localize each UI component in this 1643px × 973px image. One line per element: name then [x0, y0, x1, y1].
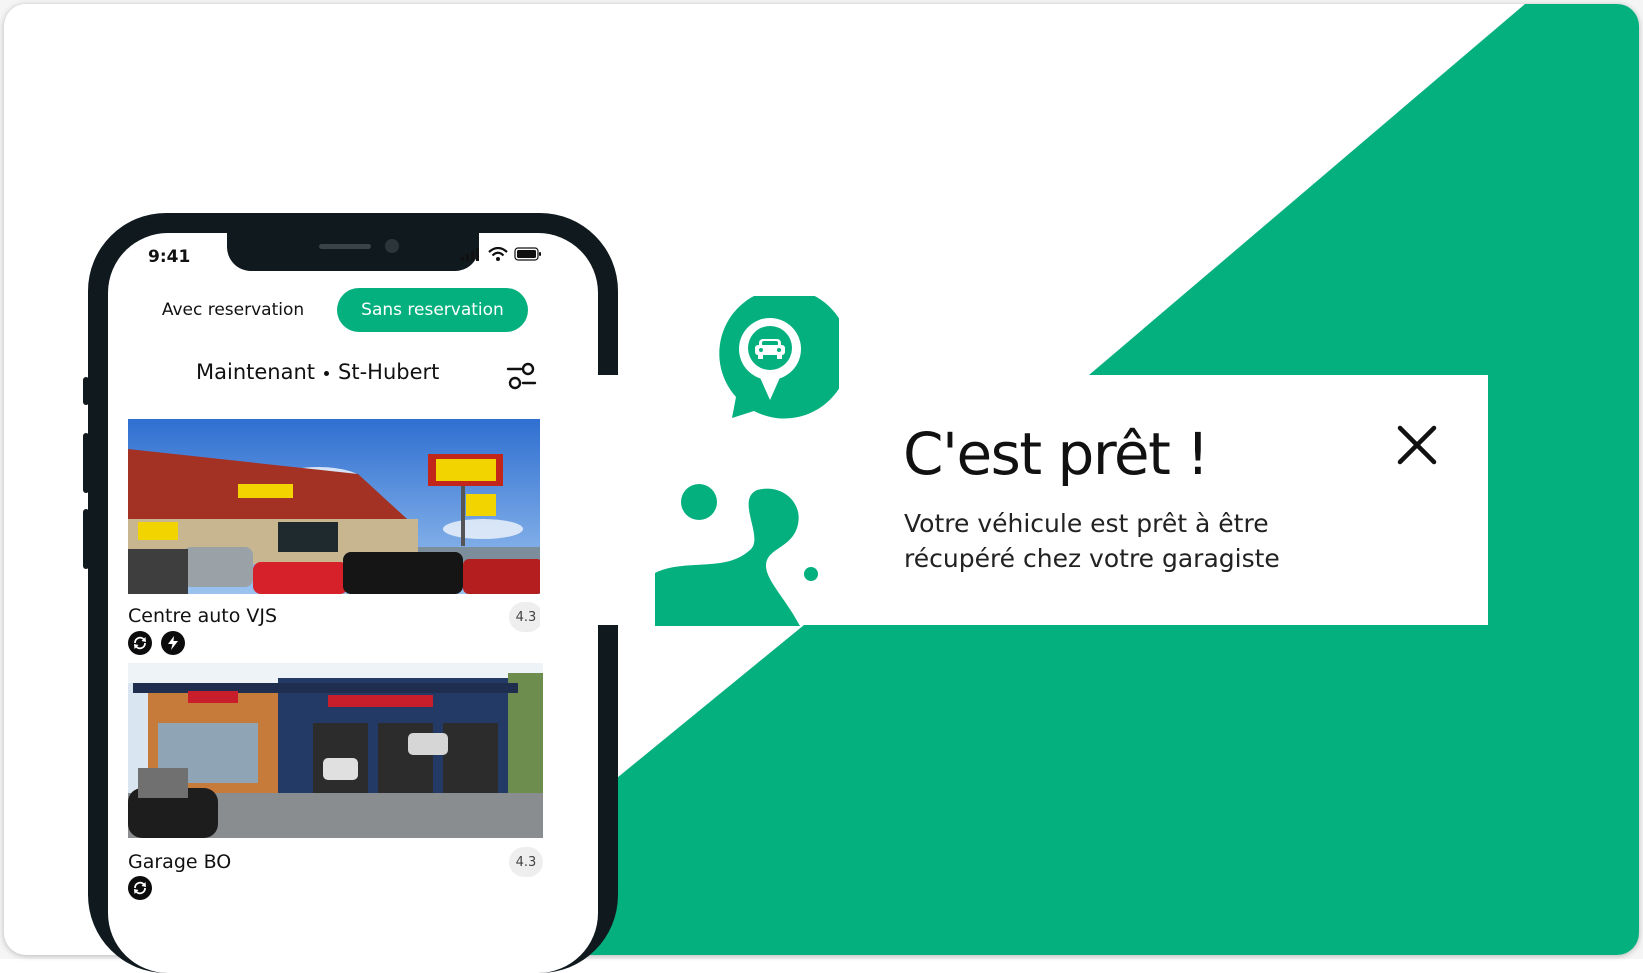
tab-sans-reservation[interactable]: Sans reservation	[337, 288, 528, 332]
filter-location: St-Hubert	[338, 360, 440, 384]
rating-badge: 4.3	[509, 847, 543, 877]
garage-photo	[128, 663, 543, 838]
wifi-icon	[488, 247, 508, 261]
listing-card[interactable]: Garage BO 4.3	[128, 663, 543, 923]
notification-message: Votre véhicule est prêt à être récupéré …	[904, 509, 1280, 573]
listing-card[interactable]: Centre auto VJS 4.3	[128, 419, 543, 659]
phone-volume-down	[83, 509, 89, 569]
phone-mockup: 9:41 Avec reservation Sans reservation M…	[83, 213, 623, 973]
notification-title: C'est prêt !	[903, 420, 1210, 488]
phone-notch	[227, 233, 479, 271]
tab-avec-reservation[interactable]: Avec reservation	[148, 288, 318, 332]
status-time: 9:41	[148, 247, 191, 267]
phone-screen: 9:41 Avec reservation Sans reservation M…	[108, 233, 598, 973]
phone-mute-switch	[83, 377, 89, 405]
close-icon[interactable]	[1392, 420, 1442, 470]
phone-camera	[385, 239, 399, 253]
phone-volume-up	[83, 433, 89, 493]
service-badges	[128, 631, 185, 655]
lightning-icon	[161, 631, 185, 655]
cellular-signal-icon	[461, 248, 479, 261]
status-icons	[460, 247, 542, 261]
phone-speaker	[319, 244, 371, 249]
rating-badge: 4.3	[509, 602, 543, 632]
listing-name: Centre auto VJS	[128, 605, 278, 627]
decorative-blob	[655, 484, 818, 626]
garage-photo	[128, 419, 543, 594]
filter-settings-icon[interactable]	[506, 360, 538, 392]
service-badges	[128, 876, 152, 900]
location-pin-car-icon	[719, 296, 839, 419]
battery-icon	[514, 247, 541, 261]
sync-icon	[128, 631, 152, 655]
sync-icon	[128, 876, 152, 900]
listing-name: Garage BO	[128, 851, 232, 873]
separator-dot	[324, 370, 330, 376]
filter-summary[interactable]: Maintenant St-Hubert	[196, 360, 439, 384]
filter-time: Maintenant	[196, 360, 316, 384]
